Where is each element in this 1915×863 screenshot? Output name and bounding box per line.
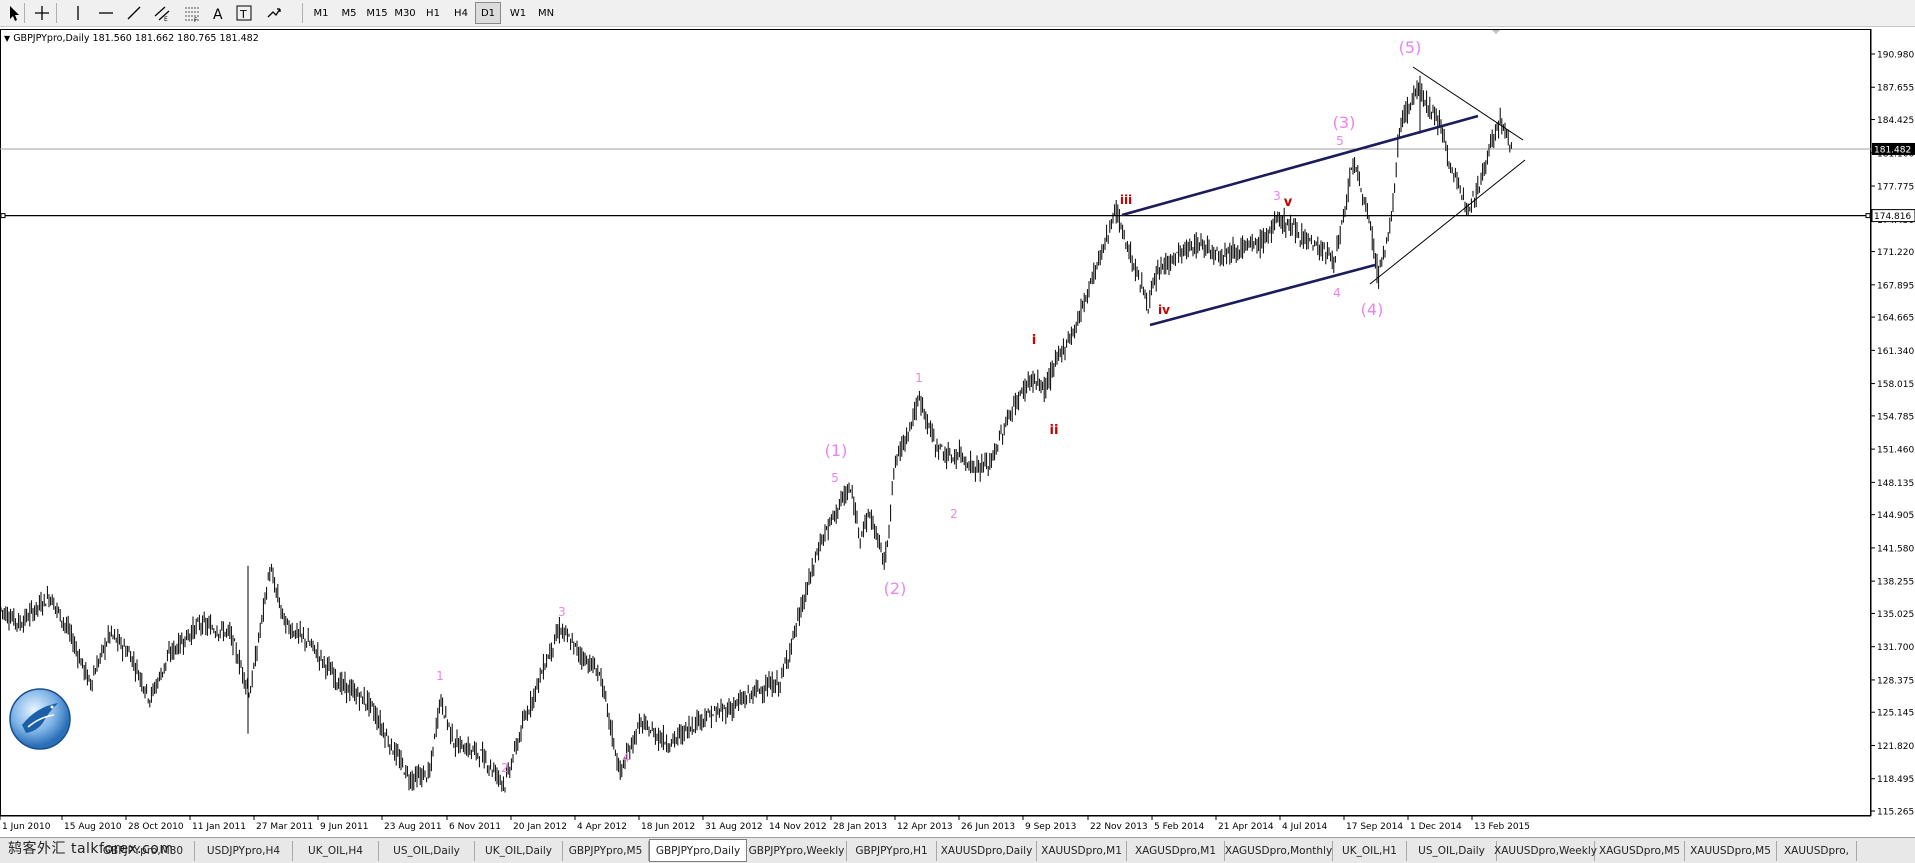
- wave-label: 4: [622, 751, 630, 765]
- chart-tab[interactable]: UK_OIL,H1: [1333, 841, 1407, 861]
- wave-label: 2: [950, 507, 958, 521]
- price-axis-label: 158.015: [1877, 380, 1914, 390]
- price-axis-label: 121.820: [1877, 742, 1914, 752]
- price-axis-label: 177.775: [1877, 183, 1914, 193]
- wave-label: 1: [915, 371, 923, 385]
- chart-tab[interactable]: UK_OIL,Daily: [475, 841, 563, 861]
- hline-handle-right: [1865, 213, 1871, 219]
- wave-label: 5: [1336, 134, 1344, 148]
- date-axis-label: 13 Feb 2015: [1474, 822, 1530, 832]
- price-axis-label: 118.495: [1877, 775, 1914, 785]
- chart-tab[interactable]: XAUUSDpro,M5: [1685, 841, 1777, 861]
- chart-tab[interactable]: XAUUSDpro,Daily: [937, 841, 1037, 861]
- date-axis-label: 20 Jan 2012: [513, 822, 567, 832]
- price-chart[interactable]: 190.980187.655184.425181.100177.775174.4…: [0, 0, 1915, 837]
- price-axis-label: 148.135: [1877, 479, 1914, 489]
- upper-channel-line: [1121, 114, 1479, 217]
- date-axis-label: 18 Jun 2012: [641, 822, 695, 832]
- wave-label: (5): [1399, 38, 1422, 57]
- wave-label: ii: [1050, 423, 1059, 438]
- price-axis-label: 151.460: [1877, 446, 1914, 456]
- date-axis-label: 28 Jan 2013: [833, 822, 887, 832]
- price-axis-label: 125.145: [1877, 709, 1914, 719]
- price-axis-label: 164.665: [1877, 314, 1914, 324]
- wave-label: 4: [1333, 286, 1341, 300]
- chart-tab[interactable]: XAGUSDpro,M5: [1595, 841, 1685, 861]
- price-axis-label: 190.980: [1877, 51, 1914, 61]
- wave-label: 2: [501, 761, 509, 775]
- date-axis-label: 21 Apr 2014: [1218, 822, 1274, 832]
- date-axis-label: 31 Aug 2012: [705, 822, 763, 832]
- price-axis-label: 144.905: [1877, 511, 1914, 521]
- wave-label: i: [1032, 333, 1036, 348]
- bird-logo-icon: [8, 687, 72, 751]
- date-axis-label: 4 Jul 2014: [1282, 822, 1327, 832]
- symbol-info: ▼ GBPJPYpro,Daily 181.560 181.662 180.76…: [4, 33, 259, 44]
- chart-tab[interactable]: XAUUSDpro,: [1777, 841, 1857, 861]
- date-axis-label: 9 Sep 2013: [1025, 822, 1076, 832]
- date-axis-label: 6 Nov 2011: [449, 822, 501, 832]
- date-axis-label: 11 Jan 2011: [192, 822, 246, 832]
- date-axis-label: 28 Oct 2010: [128, 822, 184, 832]
- price-axis-label: 138.255: [1877, 578, 1914, 588]
- date-axis-label: 22 Nov 2013: [1090, 822, 1148, 832]
- lower-channel-line: [1149, 263, 1376, 327]
- wave-label: iii: [1120, 193, 1132, 207]
- price-axis-label: 161.340: [1877, 347, 1914, 357]
- wave-label: 1: [436, 669, 444, 683]
- chart-tab[interactable]: XAGUSDpro,Monthly: [1225, 841, 1333, 861]
- date-axis-label: 12 Apr 2013: [897, 822, 953, 832]
- current-price-label: 181.482: [1874, 145, 1911, 155]
- price-axis-label: 135.025: [1877, 610, 1914, 620]
- chart-tab[interactable]: XAUUSDpro,Weekly: [1494, 841, 1597, 861]
- candlestick-series: [0, 80, 1512, 793]
- chart-tab[interactable]: XAGUSDpro,M1: [1127, 841, 1225, 861]
- chart-tab[interactable]: US_OIL,Daily: [379, 841, 475, 861]
- date-axis-label: 15 Aug 2010: [64, 822, 122, 832]
- chart-tab[interactable]: USDJPYpro,H4: [195, 841, 293, 861]
- price-axis-label: 154.785: [1877, 412, 1914, 422]
- price-axis-label: 141.580: [1877, 544, 1914, 554]
- date-axis-label: 23 Aug 2011: [384, 822, 442, 832]
- date-axis-label: 17 Sep 2014: [1346, 822, 1403, 832]
- date-axis-label: 26 Jun 2013: [961, 822, 1015, 832]
- chart-tab[interactable]: GBPJPYpro,H1: [847, 841, 937, 861]
- date-axis-label: 14 Nov 2012: [769, 822, 827, 832]
- chart-tab[interactable]: UK_OIL,H4: [293, 841, 379, 861]
- wave-label: (4): [1361, 300, 1384, 319]
- date-axis-label: 27 Mar 2011: [256, 822, 313, 832]
- price-axis-label: 115.265: [1877, 808, 1914, 818]
- price-axis-label: 187.655: [1877, 84, 1914, 94]
- wave-label: 3: [1273, 189, 1281, 203]
- chart-tab[interactable]: XAUUSDpro,M1: [1037, 841, 1127, 861]
- date-axis-label: 1 Jun 2010: [2, 822, 51, 832]
- watermark-text: 鸫客外汇 talkforex.com: [8, 841, 174, 857]
- chart-tab[interactable]: US_OIL,Daily: [1407, 841, 1497, 861]
- wave-label: 5: [831, 471, 839, 485]
- wave-label: (3): [1333, 113, 1356, 132]
- price-axis-label: 167.895: [1877, 281, 1914, 291]
- price-axis-label: 131.700: [1877, 643, 1914, 653]
- hline-price-label: 174.816: [1874, 212, 1911, 222]
- wave-label: (2): [884, 579, 907, 598]
- wave-label: v: [1284, 195, 1293, 210]
- wave-label: iv: [1158, 303, 1170, 317]
- chart-shift-marker: [1492, 30, 1500, 34]
- chart-tab[interactable]: GBPJPYpro,Weekly: [747, 841, 847, 861]
- price-axis-label: 128.375: [1877, 676, 1914, 686]
- date-axis-label: 1 Dec 2014: [1410, 822, 1462, 832]
- symbol-info-text: GBPJPYpro,Daily 181.560 181.662 180.765 …: [13, 33, 259, 44]
- price-axis-label: 184.425: [1877, 116, 1914, 126]
- triangle-lower-line: [1369, 159, 1526, 285]
- hline-handle-left: [0, 213, 6, 219]
- chart-tabs-bar: GBPJPYpro,M30 USDJPYpro,H4 UK_OIL,H4 US_OIL…: [0, 837, 1915, 863]
- wave-label: (1): [825, 441, 848, 460]
- chart-tab[interactable]: GBPJPYpro,M5: [563, 841, 649, 861]
- date-axis-label: 4 Apr 2012: [577, 822, 627, 832]
- chart-tab[interactable]: GBPJPYpro,Daily: [649, 839, 747, 862]
- price-axis-label: 171.220: [1877, 248, 1914, 258]
- wave-label: 3: [558, 605, 566, 619]
- date-axis-label: 9 Jun 2011: [320, 822, 368, 832]
- date-axis-label: 5 Feb 2014: [1154, 822, 1205, 832]
